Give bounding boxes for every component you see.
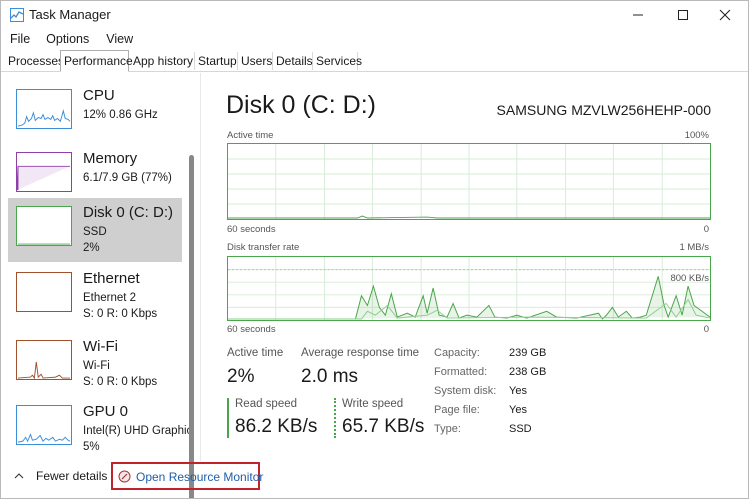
memory-thumbnail-graph [16, 152, 72, 192]
active-time-graph-min: 0 [703, 224, 709, 235]
task-manager-icon [10, 8, 24, 22]
active-time-graph-max: 100% [684, 130, 709, 141]
menu-bar: File Options View [1, 30, 141, 48]
cpu-usage: 12% 0.86 GHz [83, 109, 158, 121]
transfer-rate-graph-max: 1 MB/s [679, 242, 709, 253]
transfer-rate-graph-label: Disk transfer rate [227, 242, 300, 253]
tab-users[interactable]: Users [238, 52, 273, 70]
fewer-details-label: Fewer details [36, 469, 108, 483]
resource-ethernet[interactable]: Ethernet Ethernet 2 S: 0 R: 0 Kbps [8, 264, 182, 328]
bottom-bar: Fewer details Open Resource Monitor [1, 461, 748, 498]
active-time-value: 2% [227, 366, 255, 387]
detail-heading: Disk 0 (C: D:) [226, 91, 376, 119]
capacity-value: 239 GB [509, 347, 547, 359]
avg-response-value: 2.0 ms [301, 366, 359, 387]
cpu-thumbnail-graph [16, 89, 72, 129]
read-speed-value: 86.2 KB/s [235, 416, 318, 437]
wifi-thumbnail-graph [16, 340, 72, 380]
page-file-label: Page file: [434, 404, 480, 416]
resource-wifi[interactable]: Wi-Fi Wi-Fi S: 0 R: 0 Kbps [8, 332, 182, 396]
write-speed-value: 65.7 KB/s [342, 416, 425, 437]
resource-gpu0[interactable]: GPU 0 Intel(R) UHD Graphic 5% [8, 397, 192, 461]
gpu-name: GPU 0 [83, 403, 129, 420]
avg-response-label: Average response time [301, 347, 420, 359]
active-time-label: Active time [227, 347, 284, 359]
tab-processes[interactable]: Processes [5, 52, 64, 70]
close-icon [719, 9, 731, 21]
wifi-name: Wi-Fi [83, 338, 118, 355]
resource-list-scroll-thumb[interactable] [189, 155, 194, 498]
transfer-rate-graph-timespan: 60 seconds [227, 324, 276, 335]
tab-details[interactable]: Details [273, 52, 313, 70]
write-speed-indicator [334, 398, 336, 438]
open-resource-monitor-label: Open Resource Monitor [136, 470, 264, 484]
tab-app-history[interactable]: App history [130, 52, 195, 70]
disk-model: SAMSUNG MZVLW256HEHP-000 [496, 102, 711, 118]
disk-name: Disk 0 (C: D:) [83, 204, 173, 221]
ethernet-thumbnail-graph [16, 272, 72, 312]
formatted-value: 238 GB [509, 366, 547, 378]
type-label: Type: [434, 423, 461, 435]
minimize-icon [633, 14, 643, 16]
gpu-model: Intel(R) UHD Graphic [83, 425, 193, 437]
disk-type: SSD [83, 226, 107, 238]
active-time-graph [227, 143, 711, 220]
resource-disk0[interactable]: Disk 0 (C: D:) SSD 2% [8, 198, 182, 262]
gpu-thumbnail-graph [16, 405, 72, 445]
open-resource-monitor-link[interactable]: Open Resource Monitor [111, 462, 264, 490]
chevron-up-icon [14, 473, 24, 479]
ethernet-name: Ethernet [83, 270, 140, 287]
maximize-icon [678, 10, 688, 20]
type-value: SSD [509, 423, 532, 435]
disk-usage: 2% [83, 242, 100, 254]
wifi-throughput: S: 0 R: 0 Kbps [83, 376, 158, 388]
disk-thumbnail-graph [16, 206, 72, 246]
resource-monitor-icon [118, 470, 131, 483]
pane-divider [200, 73, 201, 461]
tab-services[interactable]: Services [313, 52, 362, 70]
window-title: Task Manager [29, 7, 111, 22]
maximize-button[interactable] [660, 1, 706, 29]
transfer-rate-graph [227, 256, 711, 321]
tab-startup[interactable]: Startup [195, 52, 238, 70]
menu-file[interactable]: File [1, 30, 37, 48]
write-speed-label: Write speed [342, 398, 404, 410]
ethernet-throughput: S: 0 R: 0 Kbps [83, 308, 158, 320]
tab-performance[interactable]: Performance [60, 50, 133, 72]
ethernet-adapter: Ethernet 2 [83, 292, 137, 304]
menu-options[interactable]: Options [37, 30, 97, 48]
page-file-value: Yes [509, 404, 527, 416]
gpu-usage: 5% [83, 441, 100, 453]
resource-list: CPU 12% 0.86 GHz Memory 6.1/7.9 GB (77%)… [1, 73, 200, 498]
memory-name: Memory [83, 150, 138, 167]
capacity-label: Capacity: [434, 347, 480, 359]
task-manager-window: Task Manager File Options View Processes… [0, 0, 749, 499]
resource-cpu[interactable]: CPU 12% 0.86 GHz [8, 81, 182, 145]
cpu-name: CPU [83, 87, 115, 104]
active-time-graph-timespan: 60 seconds [227, 224, 276, 235]
minimize-button[interactable] [615, 1, 661, 29]
memory-usage: 6.1/7.9 GB (77%) [83, 172, 172, 184]
read-speed-label: Read speed [235, 398, 298, 410]
fewer-details-button[interactable]: Fewer details [14, 469, 107, 483]
active-time-graph-label: Active time [227, 130, 274, 141]
close-button[interactable] [702, 1, 748, 29]
transfer-rate-graph-mark: 800 KB/s [670, 273, 709, 284]
transfer-rate-graph-min: 0 [703, 324, 709, 335]
formatted-label: Formatted: [434, 366, 488, 378]
menu-view[interactable]: View [97, 30, 141, 48]
tab-bar: Processes Performance App history Startu… [1, 50, 748, 72]
title-bar: Task Manager [1, 1, 748, 29]
system-disk-value: Yes [509, 385, 527, 397]
system-disk-label: System disk: [434, 385, 497, 397]
wifi-adapter: Wi-Fi [83, 360, 110, 372]
read-speed-indicator [227, 398, 229, 438]
